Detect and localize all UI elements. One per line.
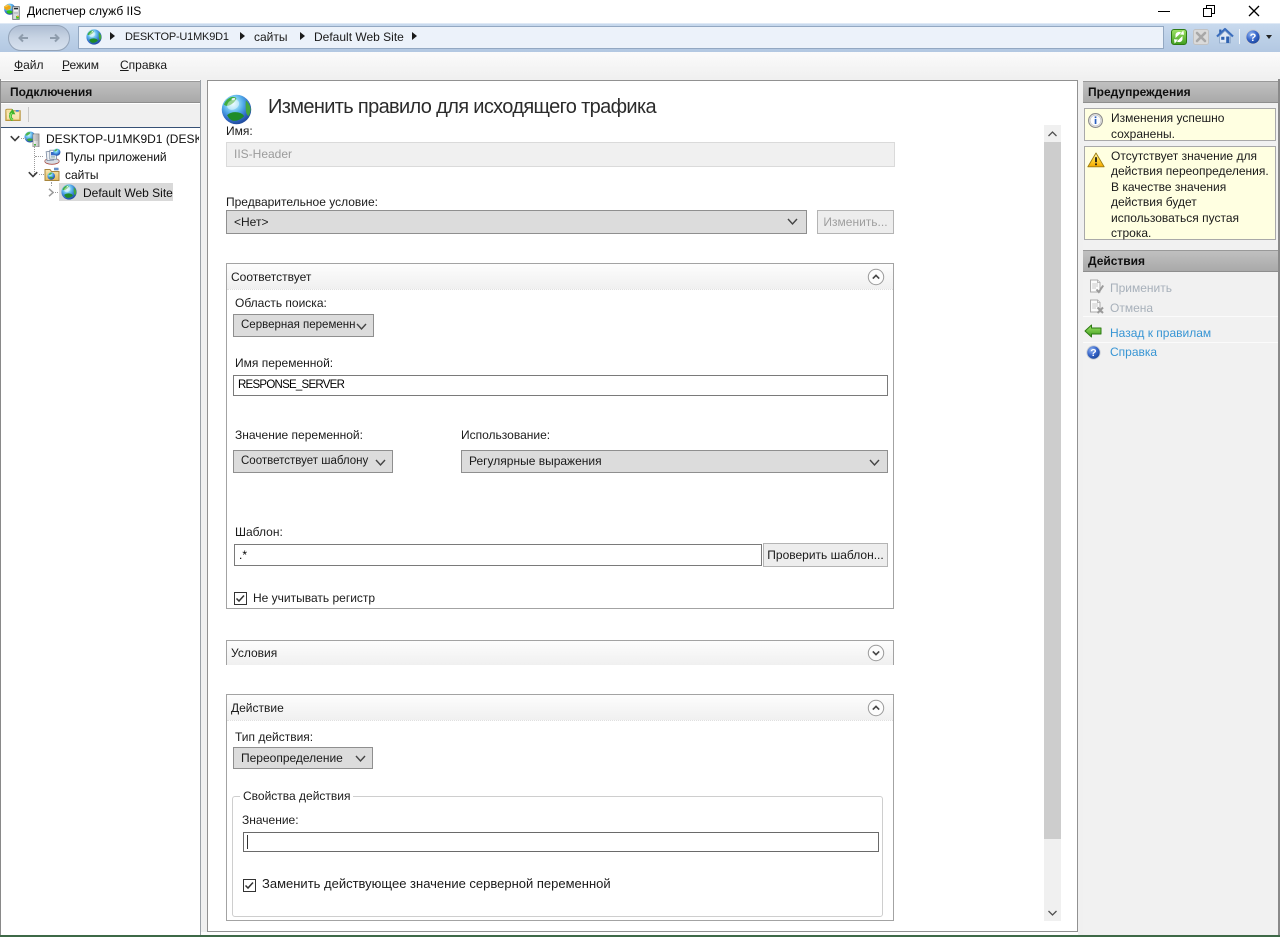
svg-text:?: ? — [1090, 347, 1096, 359]
svg-text:?: ? — [1250, 32, 1257, 44]
